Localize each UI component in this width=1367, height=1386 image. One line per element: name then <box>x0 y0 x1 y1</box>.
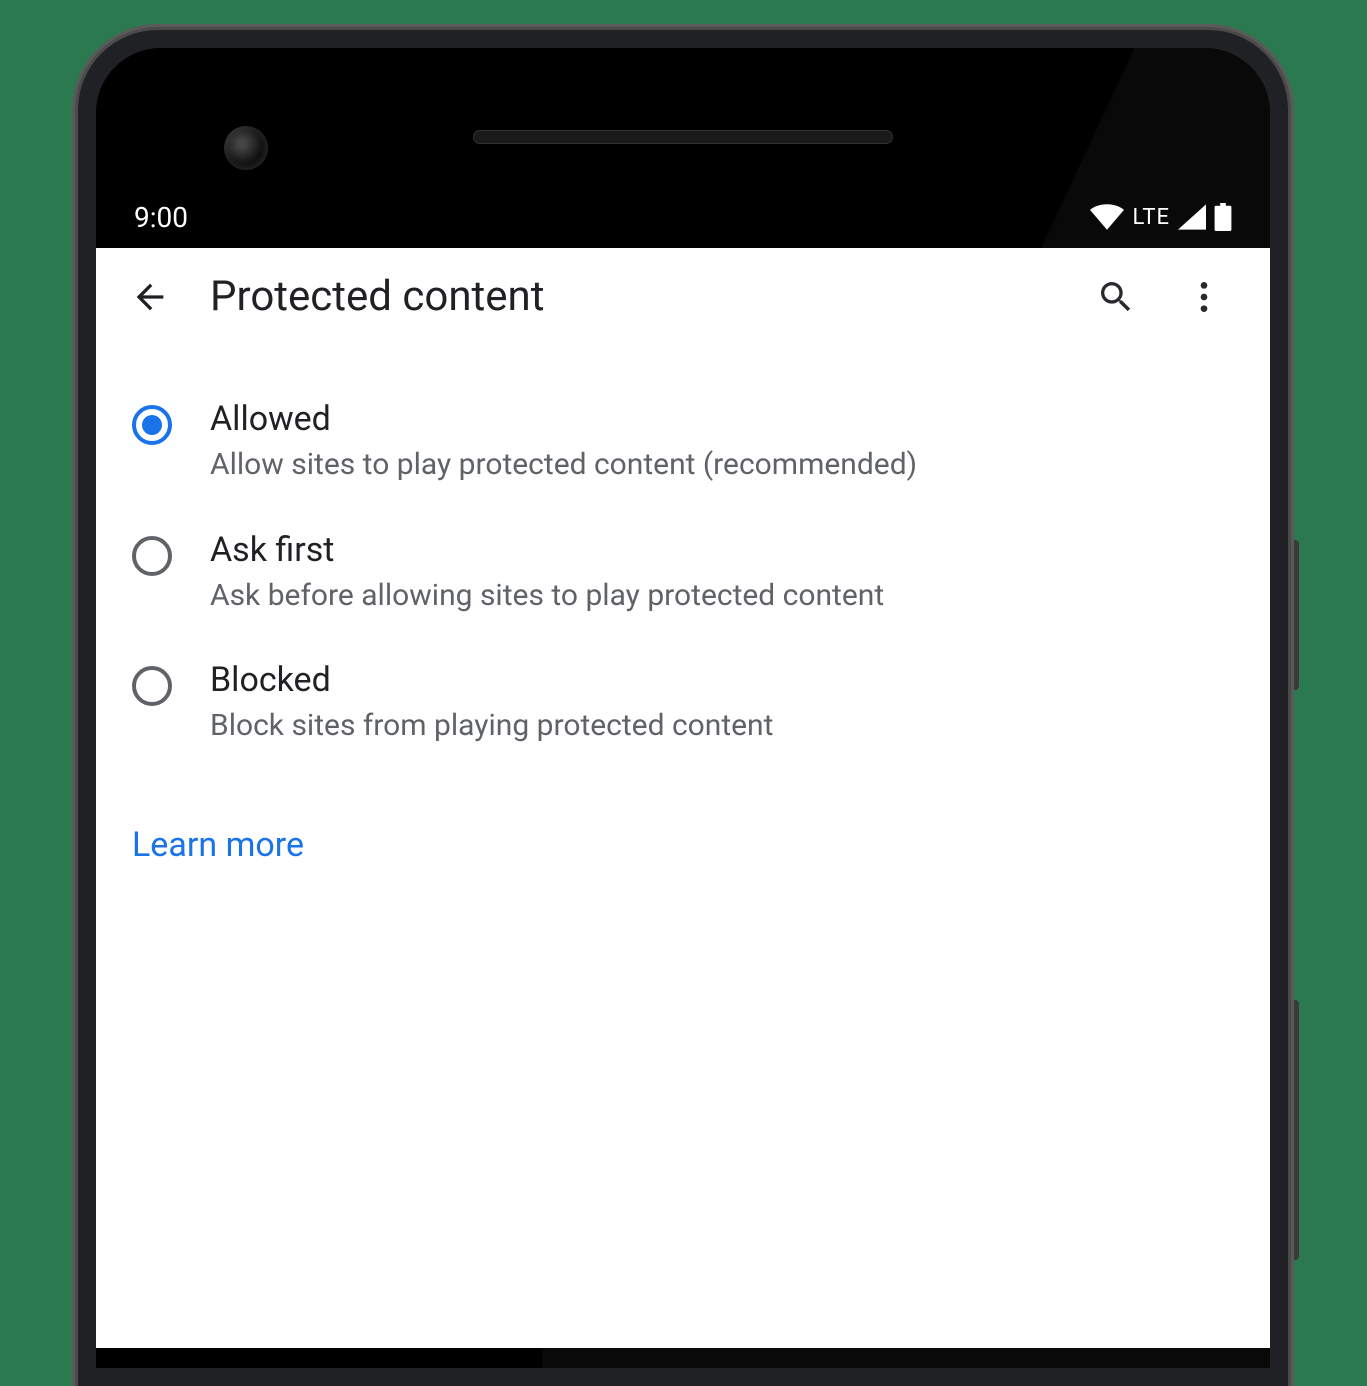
phone-frame: 9:00 LTE Protected content <box>78 30 1288 1386</box>
option-title: Ask first <box>210 530 1234 570</box>
radio-ask-first[interactable] <box>132 536 172 576</box>
option-allowed[interactable]: Allowed Allow sites to play protected co… <box>132 377 1234 508</box>
search-icon <box>1096 277 1136 317</box>
arrow-back-icon <box>130 277 170 317</box>
option-ask-first[interactable]: Ask first Ask before allowing sites to p… <box>132 508 1234 639</box>
radio-blocked[interactable] <box>132 666 172 706</box>
app-bar: Protected content <box>96 248 1270 345</box>
option-description: Ask before allowing sites to play protec… <box>210 576 1234 617</box>
more-vert-icon <box>1184 277 1224 317</box>
cell-signal-icon <box>1178 204 1206 230</box>
network-label: LTE <box>1132 205 1170 230</box>
phone-body: 9:00 LTE Protected content <box>96 48 1270 1368</box>
learn-more-link[interactable]: Learn more <box>132 825 304 865</box>
option-title: Allowed <box>210 399 1234 439</box>
phone-bezel-top: 9:00 LTE <box>96 48 1270 248</box>
page-title: Protected content <box>210 272 1056 321</box>
app-screen: Protected content Allowed Allow sites to <box>96 248 1270 1348</box>
options-list: Allowed Allow sites to play protected co… <box>96 345 1270 865</box>
option-title: Blocked <box>210 660 1234 700</box>
status-icons: LTE <box>1090 203 1232 231</box>
search-button[interactable] <box>1092 273 1140 321</box>
radio-allowed[interactable] <box>132 405 172 445</box>
option-blocked[interactable]: Blocked Block sites from playing protect… <box>132 638 1234 769</box>
option-description: Block sites from playing protected conte… <box>210 706 1234 747</box>
wifi-icon <box>1090 204 1124 230</box>
phone-speaker <box>473 130 893 144</box>
option-description: Allow sites to play protected content (r… <box>210 445 1234 486</box>
front-camera <box>224 126 268 170</box>
overflow-menu-button[interactable] <box>1180 273 1228 321</box>
status-time: 9:00 <box>134 201 188 234</box>
back-button[interactable] <box>126 273 174 321</box>
battery-icon <box>1214 203 1232 231</box>
status-bar: 9:00 LTE <box>96 192 1270 248</box>
